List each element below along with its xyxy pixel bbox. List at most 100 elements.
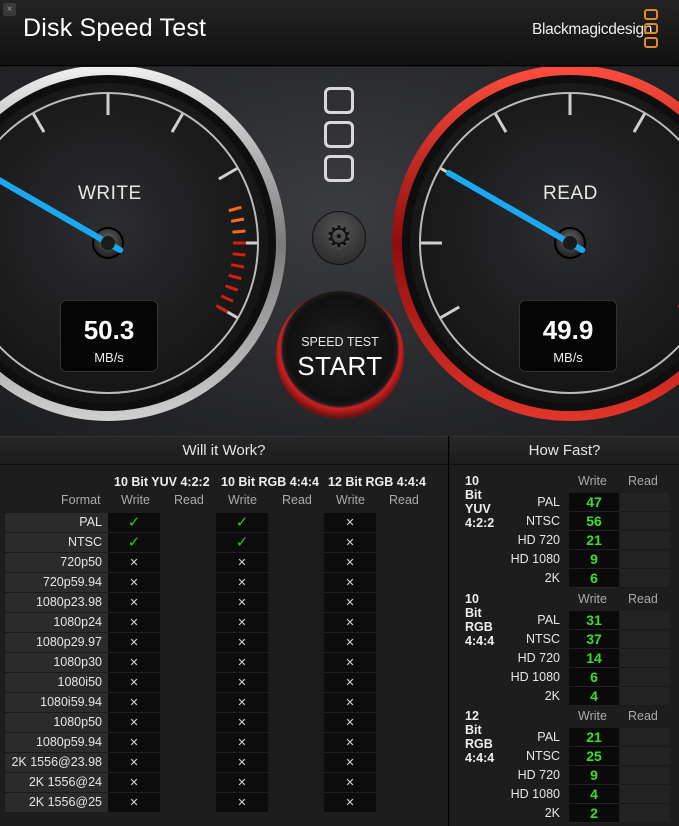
format-name: 1080i59.94 <box>5 693 108 713</box>
write-result-cell: ✕ <box>216 573 269 593</box>
read-result-cell <box>378 573 431 593</box>
read-result-cell <box>162 573 215 593</box>
format-name: 2K 1556@23.98 <box>5 753 108 773</box>
write-result-cell: ✕ <box>108 573 161 593</box>
format-name: 1080p59.94 <box>5 733 108 753</box>
write-result-cell: ✕ <box>324 653 377 673</box>
read-column-header: Read <box>389 493 419 507</box>
format-name: 1080p23.98 <box>5 593 108 613</box>
cross-icon: ✕ <box>345 677 355 689</box>
write-fps-value: 4 <box>569 785 619 804</box>
read-fps-value <box>620 611 670 630</box>
gauge-redline-tick <box>232 252 246 257</box>
table-row: HD 720 14 <box>450 649 679 668</box>
table-row: 1080p50 ✕ ✕ ✕ <box>5 713 433 733</box>
write-result-cell: ✕ <box>216 613 269 633</box>
read-result-cell <box>378 513 431 533</box>
option-box-1[interactable] <box>324 87 354 114</box>
read-fps-value <box>620 668 670 687</box>
read-result-cell <box>162 753 215 773</box>
write-gauge-label: WRITE <box>78 183 142 204</box>
write-result-cell: ✕ <box>216 693 269 713</box>
write-fps-value: 31 <box>569 611 619 630</box>
read-result-cell <box>270 753 323 773</box>
resolution-name: HD 720 <box>517 768 560 782</box>
read-fps-value <box>620 512 670 531</box>
close-icon[interactable]: × <box>3 3 16 16</box>
read-gauge-label: READ <box>543 183 598 204</box>
group-header-12bit-rgb: 12 Bit RGB 4:4:4 <box>328 475 426 489</box>
format-name: 1080i50 <box>5 673 108 693</box>
table-row: NTSC 37 <box>450 630 679 649</box>
cross-icon: ✕ <box>345 697 355 709</box>
read-result-cell <box>378 753 431 773</box>
resolution-name: NTSC <box>525 514 560 528</box>
read-fps-value <box>620 493 670 512</box>
read-result-cell <box>162 653 215 673</box>
option-box-2[interactable] <box>324 121 354 148</box>
read-result-cell <box>270 593 323 613</box>
write-result-cell: ✕ <box>216 653 269 673</box>
read-result-cell <box>270 713 323 733</box>
cross-icon: ✕ <box>237 597 247 609</box>
table-row: 2K 2 <box>450 804 679 823</box>
check-icon: ✓ <box>235 514 249 531</box>
read-result-cell <box>378 793 431 813</box>
read-fps-value <box>620 728 670 747</box>
option-box-3[interactable] <box>324 155 354 182</box>
write-result-cell: ✕ <box>108 553 161 573</box>
write-fps-value: 6 <box>569 569 619 588</box>
cross-icon: ✕ <box>237 697 247 709</box>
write-result-cell: ✕ <box>324 633 377 653</box>
cross-icon: ✕ <box>129 737 139 749</box>
cross-icon: ✕ <box>237 717 247 729</box>
cross-icon: ✕ <box>345 577 355 589</box>
cross-icon: ✕ <box>129 697 139 709</box>
read-result-cell <box>270 513 323 533</box>
table-row: NTSC 56 <box>450 512 679 531</box>
start-button-caption: SPEED TEST <box>301 335 379 349</box>
write-speed-value: 50.3 <box>83 315 135 345</box>
read-column-header: Read <box>174 493 204 507</box>
read-fps-value <box>620 531 670 550</box>
write-fps-value: 21 <box>569 531 619 550</box>
cross-icon: ✕ <box>345 757 355 769</box>
write-result-cell: ✕ <box>216 793 269 813</box>
resolution-name: PAL <box>537 613 560 627</box>
write-speed-unit: MB/s <box>94 350 124 365</box>
read-fps-value <box>620 649 670 668</box>
read-fps-value <box>620 747 670 766</box>
will-it-work-table: PAL ✓ ✓ ✕ NTSC ✓ ✓ ✕ 720p50 ✕ ✕ ✕ 720p59.94 ✕ ✕ ✕ 1080p2… <box>5 513 433 813</box>
read-result-cell <box>378 533 431 553</box>
write-result-cell: ✕ <box>216 593 269 613</box>
table-row: HD 720 21 <box>450 531 679 550</box>
app-title: Disk Speed Test <box>23 14 207 42</box>
start-button[interactable]: SPEED TEST START <box>276 291 404 419</box>
cross-icon: ✕ <box>345 637 355 649</box>
cross-icon: ✕ <box>237 677 247 689</box>
write-fps-value: 56 <box>569 512 619 531</box>
format-name: 1080p24 <box>5 613 108 633</box>
write-result-cell: ✕ <box>324 613 377 633</box>
cross-icon: ✕ <box>237 557 247 569</box>
cross-icon: ✕ <box>129 777 139 789</box>
write-result-cell: ✕ <box>216 553 269 573</box>
write-result-cell: ✕ <box>324 773 377 793</box>
format-name: 1080p29.97 <box>5 633 108 653</box>
settings-button[interactable]: ⚙ <box>312 211 366 265</box>
write-result-cell: ✕ <box>108 653 161 673</box>
format-name: 720p50 <box>5 553 108 573</box>
read-result-cell <box>162 553 215 573</box>
read-speed-value: 49.9 <box>542 315 594 345</box>
table-row: 1080i59.94 ✕ ✕ ✕ <box>5 693 433 713</box>
write-column-header: Write <box>578 709 607 723</box>
read-result-cell <box>378 693 431 713</box>
resolution-name: HD 1080 <box>510 670 560 684</box>
cross-icon: ✕ <box>345 797 355 809</box>
write-result-cell: ✕ <box>324 793 377 813</box>
table-row: 2K 1556@24 ✕ ✕ ✕ <box>5 773 433 793</box>
cross-icon: ✕ <box>129 797 139 809</box>
read-result-cell <box>162 613 215 633</box>
brand-name: Blackmagicdesign <box>532 21 653 38</box>
table-row: 2K 6 <box>450 569 679 588</box>
